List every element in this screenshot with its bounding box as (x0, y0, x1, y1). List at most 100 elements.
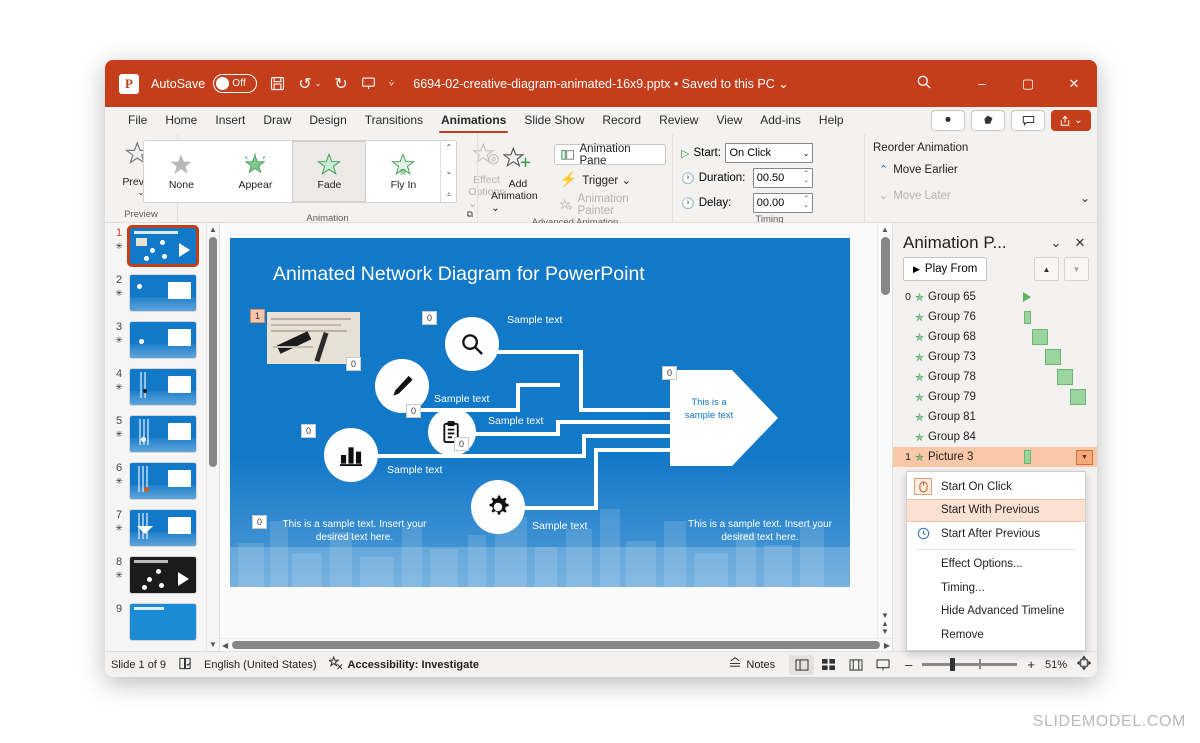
slide-title[interactable]: Animated Network Diagram for PowerPoint (273, 263, 645, 286)
tab-record[interactable]: Record (593, 107, 650, 134)
zoom-slider[interactable] (922, 658, 1018, 671)
add-animation-button[interactable]: Add Animation ⌄ (484, 143, 552, 217)
arrow-text[interactable]: This is a sample text (682, 396, 736, 422)
save-icon[interactable] (270, 76, 285, 91)
tab-view[interactable]: View (707, 107, 751, 134)
animation-tag-left-text[interactable]: 0 (252, 515, 268, 529)
timeline-bar[interactable] (1057, 369, 1073, 385)
move-earlier-button[interactable]: ⌃ Move Earlier (873, 159, 964, 180)
zoom-in-button[interactable]: + (1027, 657, 1035, 672)
animation-flyin[interactable]: Fly In (366, 141, 440, 202)
comment-icon[interactable] (1011, 110, 1045, 131)
minimize-button[interactable]: – (959, 60, 1005, 107)
reading-view-icon[interactable] (843, 655, 868, 675)
tab-insert[interactable]: Insert (206, 107, 254, 134)
thumbnail-slide-9[interactable]: 9 (105, 599, 219, 646)
slideshow-icon[interactable] (870, 655, 895, 675)
animation-list-item-group-65[interactable]: 0 ✯ Group 65 (893, 287, 1097, 307)
hscroll-left-icon[interactable]: ◀ (222, 641, 228, 650)
thumbnail-slide-1[interactable]: 1 ✳ (105, 223, 219, 270)
ribbon-collapse-icon[interactable]: ⌄ (1080, 191, 1090, 205)
timeline-bar[interactable] (1045, 349, 1061, 365)
notes-button[interactable]: Notes (728, 657, 775, 672)
node-label-clipboard[interactable]: Sample text (488, 415, 543, 427)
tab-home[interactable]: Home (156, 107, 206, 134)
redo-icon[interactable]: ↻ (334, 74, 347, 94)
play-from-button[interactable]: ▶ Play From (903, 257, 988, 281)
thumbnail-slide-4[interactable]: 4 ✳ (105, 364, 219, 411)
tab-review[interactable]: Review (650, 107, 707, 134)
animation-appear[interactable]: Appear (218, 141, 292, 202)
node-label-magnifier[interactable]: Sample text (507, 314, 562, 326)
canvas-vertical-scrollbar[interactable]: ▲ ▼ ▲ ▼ (877, 223, 892, 638)
accessibility-status[interactable]: Accessibility: Investigate (327, 655, 479, 673)
timeline-bar[interactable] (1070, 389, 1086, 405)
autosave-toggle[interactable]: Off (213, 74, 258, 93)
delay-input[interactable]: 00.00 ⌃ ⌄ (752, 193, 813, 213)
delay-stepper[interactable]: ⌃ ⌄ (804, 196, 809, 210)
slide-thumbnail-panel[interactable]: 1 ✳ 2 ✳ 3 ✳ 4 ✳ 5 ✳ 6 ✳ 7 ✳ 8 ✳ 9 ▲ ▼ (105, 223, 220, 651)
animation-pane-button[interactable]: Animation Pane (553, 143, 666, 167)
node-gear[interactable] (471, 480, 525, 534)
menu-item-start-after-previous[interactable]: Start After Previous (907, 522, 1085, 546)
animation-gallery-scroll[interactable]: ⌃ ⌄ ⩡ (440, 141, 456, 202)
slide-counter[interactable]: Slide 1 of 9 (111, 659, 166, 671)
move-up-button[interactable]: ▲ (1034, 257, 1059, 281)
right-body-text[interactable]: This is a sample text. Insert your desir… (685, 518, 835, 544)
canvas-scroll-thumb[interactable] (880, 237, 890, 295)
zoom-slider-thumb[interactable] (950, 658, 956, 671)
thumbnail-slide-5[interactable]: 5 ✳ (105, 411, 219, 458)
animation-item-dropdown-icon[interactable]: ▼ (1076, 450, 1093, 465)
duration-input[interactable]: 00.50 ⌃ ⌄ (752, 168, 813, 188)
move-later-button[interactable]: ⌄ Move Later (873, 185, 957, 206)
zoom-out-button[interactable]: – (905, 657, 912, 672)
thumb-scroll-up-icon[interactable]: ▲ (209, 225, 217, 234)
next-slide-icon[interactable]: ▼ (881, 628, 889, 636)
slide-surface[interactable]: Animated Network Diagram for PowerPoint … (230, 238, 850, 587)
tab-transitions[interactable]: Transitions (356, 107, 432, 134)
animation-fade[interactable]: Fade (292, 141, 367, 202)
close-button[interactable]: ✕ (1051, 60, 1097, 107)
node-label-pencil[interactable]: Sample text (434, 393, 489, 405)
animation-tag-2[interactable]: 0 (406, 404, 422, 418)
animation-tag-photo-2[interactable]: 0 (346, 357, 362, 371)
animation-list-item-group-81[interactable]: ✯ Group 81 (893, 407, 1097, 427)
thumbnail-image-7[interactable] (129, 509, 197, 547)
gallery-scroll-down-icon[interactable]: ⌄ (446, 167, 453, 176)
customize-toolbar-icon[interactable]: ⩒ (389, 78, 394, 89)
timeline-bar[interactable] (1032, 329, 1048, 345)
animation-list-item-picture-3[interactable]: 1 ✯ Picture 3 ▼ (893, 447, 1097, 467)
thumbnail-scrollbar[interactable]: ▲ ▼ (206, 223, 219, 651)
animation-list-item-group-73[interactable]: ✯ Group 73 (893, 347, 1097, 367)
thumbnail-image-1[interactable] (127, 225, 199, 267)
share-button[interactable]: ⌄ (1051, 110, 1091, 131)
thumbnail-image-5[interactable] (129, 415, 197, 453)
dialog-launcher-icon[interactable]: ⧉ (467, 209, 473, 220)
animation-list-item-group-84[interactable]: ✯ Group 84 (893, 427, 1097, 447)
thumbnail-slide-6[interactable]: 6 ✳ (105, 458, 219, 505)
duration-stepper[interactable]: ⌃ ⌄ (804, 171, 809, 185)
thumbnail-image-8[interactable] (129, 556, 197, 594)
menu-item-effect-options[interactable]: Effect Options... (907, 553, 1085, 577)
start-select[interactable]: On Click ⌄ (725, 143, 814, 163)
menu-item-timing[interactable]: Timing... (907, 576, 1085, 600)
menu-item-remove[interactable]: Remove (907, 623, 1085, 647)
canvas-horizontal-scrollbar[interactable]: ◀ ▶ (220, 638, 892, 651)
timeline-trigger-marker[interactable] (1023, 292, 1031, 302)
slide-canvas[interactable]: Animated Network Diagram for PowerPoint … (220, 223, 892, 651)
thumbnail-image-4[interactable] (129, 368, 197, 406)
thumb-scroll-down-icon[interactable]: ▼ (209, 640, 217, 649)
thumbnail-image-2[interactable] (129, 274, 197, 312)
tab-design[interactable]: Design (300, 107, 355, 134)
search-icon[interactable] (916, 74, 932, 94)
tab-animations[interactable]: Animations (432, 107, 515, 134)
animation-list-item-group-79[interactable]: ✯ Group 79 (893, 387, 1097, 407)
thumbnail-slide-8[interactable]: 8 ✳ (105, 552, 219, 599)
animation-none[interactable]: None (144, 141, 218, 202)
animation-pane-collapse-icon[interactable]: ⌄ (1047, 235, 1065, 251)
animation-list-item-group-68[interactable]: ✯ Group 68 (893, 327, 1097, 347)
animation-tag-photo[interactable]: 1 (250, 309, 266, 323)
tab-draw[interactable]: Draw (254, 107, 300, 134)
tab-help[interactable]: Help (810, 107, 853, 134)
maximize-button[interactable]: ▢ (1005, 60, 1051, 107)
